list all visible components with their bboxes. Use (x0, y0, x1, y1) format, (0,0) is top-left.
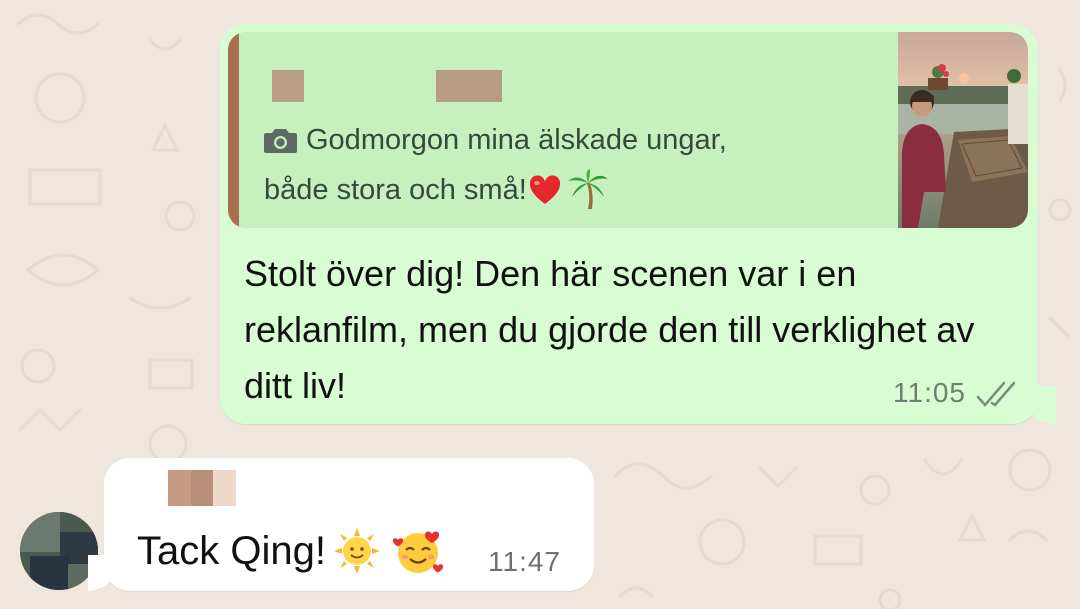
quoted-caption-line2: både stora och små! (264, 169, 609, 209)
sender-avatar[interactable] (20, 512, 98, 590)
outgoing-message-text: Stolt över dig! Den här scenen var i en … (244, 253, 975, 406)
incoming-message-time: 11:47 (488, 546, 561, 577)
incoming-message-bubble[interactable]: Tack Qing! 11:47 (88, 458, 594, 591)
palm-tree-emoji-icon (567, 169, 608, 209)
incoming-message-text: Tack Qing! (137, 528, 326, 573)
double-check-icon (976, 381, 1016, 407)
incoming-message-content: Tack Qing! (137, 526, 444, 576)
quoted-author-blurred (272, 70, 502, 102)
quote-accent-bar (228, 32, 239, 228)
quoted-caption-line1: Godmorgon mina älskade ungar, (264, 124, 727, 157)
sun-with-face-emoji-icon (333, 528, 380, 574)
outgoing-message-bubble[interactable]: Godmorgon mina älskade ungar, både stora… (220, 24, 1056, 424)
smiling-face-with-hearts-emoji-icon (392, 531, 444, 573)
avatar-image (20, 512, 98, 590)
quoted-caption-text-1: Godmorgon mina älskade ungar, (306, 124, 727, 156)
quoted-message[interactable]: Godmorgon mina älskade ungar, både stora… (228, 32, 1028, 228)
camera-icon (264, 128, 297, 153)
outgoing-message-time: 11:05 (893, 377, 966, 408)
photo-thumbnail-image (898, 32, 1028, 228)
red-heart-emoji-icon (529, 175, 560, 204)
quoted-caption-text-2: både stora och små! (264, 174, 527, 206)
sender-name-blurred (168, 470, 237, 506)
quoted-photo-thumbnail[interactable] (898, 32, 1028, 228)
